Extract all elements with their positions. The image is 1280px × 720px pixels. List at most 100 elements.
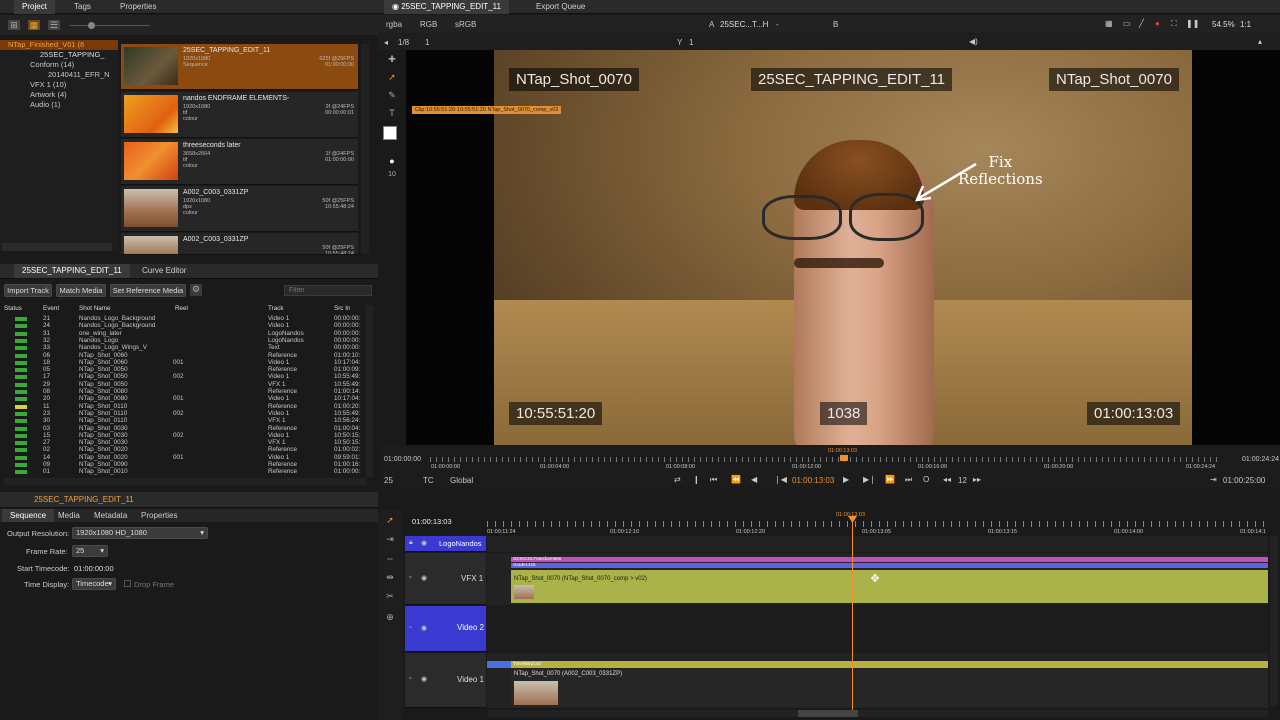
track-header-vfx1[interactable]: ▫ ◉ VFX 1 xyxy=(405,553,486,605)
tab-seq-properties[interactable]: Properties xyxy=(133,509,185,522)
table-row[interactable]: 06 NTap_Shot_0060 Reference 01:00:10: xyxy=(0,352,370,359)
go-end-icon[interactable]: ⏭ xyxy=(905,475,912,485)
tab-viewer-sequence[interactable]: ◉ 25SEC_TAPPING_EDIT_11 xyxy=(384,0,509,14)
tab-properties[interactable]: Properties xyxy=(112,0,164,14)
table-row[interactable]: 20 NTap_Shot_0080 001 Video 1 10:17:04: xyxy=(0,395,370,402)
viewer-ruler[interactable] xyxy=(430,457,1220,462)
track-lane[interactable] xyxy=(487,606,1268,652)
timeline-hscrollbar[interactable] xyxy=(488,710,1268,717)
col-reel[interactable]: Reel xyxy=(175,305,188,312)
text-tool-icon[interactable]: T xyxy=(386,108,398,118)
viewer-playhead[interactable] xyxy=(840,455,848,461)
clip-item[interactable]: threeseconds later 3658x2664 tif colour … xyxy=(121,139,358,185)
track-lane[interactable] xyxy=(487,536,1268,552)
loop-icon[interactable]: ⇄ xyxy=(674,475,681,484)
timeline-scroll-thumb[interactable] xyxy=(798,710,858,717)
frame-rate-select[interactable]: 25 ▾ xyxy=(72,545,108,557)
col-src-in[interactable]: Src In xyxy=(334,305,350,312)
tree-item-audio[interactable]: Audio (1) xyxy=(0,100,118,110)
table-row[interactable]: 24 Nandos_Logo_Background Video 1 00:00:00: xyxy=(0,322,370,329)
clip-item[interactable]: A002_C003_0331ZP 50f @25FPS 10:55:48:24 xyxy=(121,233,358,255)
thumb-size-handle[interactable] xyxy=(88,22,95,29)
table-row[interactable]: 15 NTap_Shot_0030 002 Video 1 10:50:15: xyxy=(0,432,370,439)
tab-sequence-shots[interactable]: 25SEC_TAPPING_EDIT_11 xyxy=(14,264,130,278)
pause-icon[interactable]: ❚❚ xyxy=(1186,19,1199,28)
timeline-playhead[interactable] xyxy=(852,520,853,710)
display-select[interactable]: sRGB xyxy=(455,20,476,29)
tab-metadata[interactable]: Metadata xyxy=(86,509,135,522)
record-icon[interactable]: ● xyxy=(1155,19,1160,28)
scope-select[interactable]: Global xyxy=(450,476,473,485)
import-track-button[interactable]: Import Track xyxy=(4,284,52,297)
lock-icon[interactable]: 🔒︎ xyxy=(409,539,413,547)
play-icon[interactable]: ▶ xyxy=(843,475,849,484)
table-row[interactable]: 30 NTap_Shot_0110 VFX 1 10:56:24: xyxy=(0,417,370,424)
track-header-video1[interactable]: ▫ ◉ Video 1 xyxy=(405,653,486,708)
select-tool-icon[interactable]: ➚ xyxy=(383,515,397,526)
slip-tool-icon[interactable]: ⇔ xyxy=(383,553,397,563)
pen-icon[interactable]: ✎ xyxy=(386,90,398,101)
timeline-current-tc[interactable]: 01:00:13:03 xyxy=(412,517,452,526)
clip-vfx[interactable]: NTap_Shot_0070 (NTap_Shot_0070_comp > v0… xyxy=(511,570,1268,603)
eye-icon[interactable]: ◉ xyxy=(421,574,427,582)
thumbnail-view-icon[interactable]: ▦ xyxy=(28,20,40,30)
tab-media[interactable]: Media xyxy=(50,509,88,522)
eye-icon[interactable]: ◉ xyxy=(421,539,427,547)
tab-sequence[interactable]: Sequence xyxy=(2,509,55,522)
effect-layer-grade[interactable]: Grade1425 xyxy=(511,562,1268,568)
roll-tool-icon[interactable]: ⇹ xyxy=(383,572,397,583)
tab-tags[interactable]: Tags xyxy=(66,0,99,14)
table-row[interactable]: 03 NTap_Shot_0030 Reference 01:00:04: xyxy=(0,425,370,432)
step-value[interactable]: 12 xyxy=(958,476,967,485)
clip-video1[interactable]: NTap_Shot_0070 (A002_C003_0331ZP) xyxy=(511,669,1268,707)
tree-root[interactable]: NTap_Finished_V01 (6 xyxy=(0,40,118,50)
play-reverse-icon[interactable]: ◀ xyxy=(751,475,757,484)
eye-icon[interactable]: ◉ xyxy=(421,675,427,683)
col-event[interactable]: Event xyxy=(43,305,59,312)
wipe-icon[interactable]: ╱ xyxy=(1139,19,1144,28)
pointer-icon[interactable]: ➚ xyxy=(386,72,398,83)
clip-video1-lead[interactable] xyxy=(487,661,511,668)
start-timecode-field[interactable]: 01:00:00:00 xyxy=(74,564,114,573)
output-resolution-select[interactable]: 1920x1080 HD_1080 ▾ xyxy=(72,527,208,539)
effect-layer-ocio[interactable]: OCIOCOLTransform666 xyxy=(511,556,1268,562)
out-point-icon[interactable]: O xyxy=(923,475,929,484)
clips-scrollbar[interactable] xyxy=(361,44,369,254)
match-media-button[interactable]: Match Media xyxy=(56,284,106,297)
lock-icon[interactable]: ▫ xyxy=(409,574,411,581)
tree-item-vfx[interactable]: VFX 1 (10) xyxy=(0,80,118,90)
step-back-icon[interactable]: ⏪ xyxy=(731,475,741,484)
grid-view-icon[interactable]: ⊞ xyxy=(8,20,20,30)
table-row[interactable]: 27 NTap_Shot_0030 VFX 1 10:50:15: xyxy=(0,439,370,446)
time-display-select[interactable]: Timecode ▾ xyxy=(72,578,116,590)
drop-frame-checkbox[interactable] xyxy=(124,580,131,587)
channel-select[interactable]: rgba xyxy=(386,20,402,29)
brush-size[interactable]: 10 xyxy=(384,171,400,178)
in-point-icon[interactable]: ❙ xyxy=(693,475,700,484)
table-row[interactable]: 18 NTap_Shot_0060 001 Video 1 10:17:04: xyxy=(0,359,370,366)
tc-mode-select[interactable]: TC xyxy=(423,476,434,485)
table-scrollbar[interactable] xyxy=(366,305,373,477)
track-header-logonandos[interactable]: 🔒︎ ◉ LogoNandos xyxy=(405,536,486,552)
table-row[interactable]: 02 NTap_Shot_0020 Reference 01:00:02: xyxy=(0,446,370,453)
col-shot-name[interactable]: Shot Name xyxy=(79,305,111,312)
zoom-tool-icon[interactable]: ⊕ xyxy=(383,612,397,623)
timeline-vscrollbar[interactable] xyxy=(1270,536,1278,706)
clip-item[interactable]: 25SEC_TAPPING_EDIT_11 1920x1080 Sequence… xyxy=(121,44,358,90)
step-up-icon[interactable]: ▸▸ xyxy=(973,475,981,484)
gear-icon[interactable]: ⚙ xyxy=(190,284,202,296)
tree-item-artwork[interactable]: Artwork (4) xyxy=(0,90,118,100)
a-clip-select[interactable]: 25SEC...T...H xyxy=(720,20,768,29)
table-row[interactable]: 31 one_wing_later LogoNandos 00:00:00: xyxy=(0,330,370,337)
brush-dot-icon[interactable]: ● xyxy=(386,156,398,166)
table-row[interactable]: 01 NTap_Shot_0010 Reference 01:00:00: xyxy=(0,468,370,475)
ratio-select[interactable]: 1:1 xyxy=(1240,20,1251,29)
color-swatch[interactable] xyxy=(383,126,397,140)
effect-layer-timewarp[interactable]: TimeWarp143 xyxy=(511,661,1268,668)
tree-scrollbar[interactable] xyxy=(2,243,112,251)
tab-curve-editor[interactable]: Curve Editor xyxy=(134,264,194,278)
step-down-icon[interactable]: ◂◂ xyxy=(943,475,951,484)
lock-icon[interactable]: ▫ xyxy=(409,624,411,631)
lock-icon[interactable]: ▫ xyxy=(409,675,411,682)
step-forward-icon[interactable]: ⏩ xyxy=(885,475,895,484)
